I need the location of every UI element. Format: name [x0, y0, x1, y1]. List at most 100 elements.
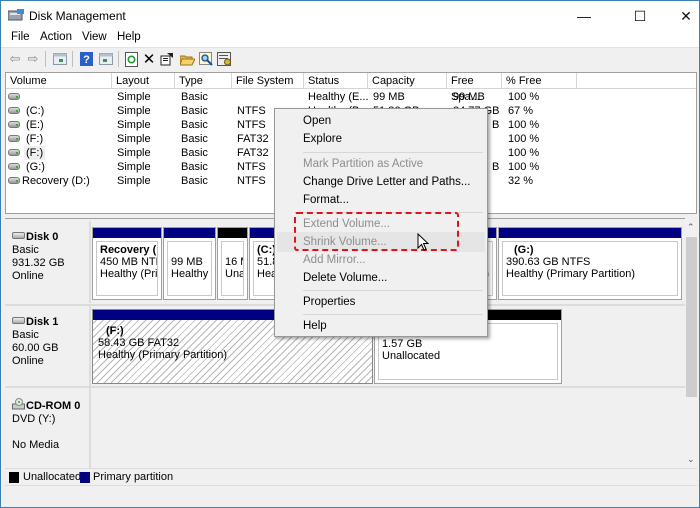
open-folder-icon[interactable] [179, 51, 195, 67]
volume-icon [8, 177, 20, 184]
column-header-status[interactable]: Status [304, 73, 368, 89]
menu-item-add-mirror[interactable]: Add Mirror... [277, 250, 485, 270]
partition-name [225, 244, 240, 256]
column-header-capacity[interactable]: Capacity [368, 73, 447, 89]
menu-item-open[interactable]: Open [277, 111, 485, 131]
volume-layout: Simple [117, 105, 151, 117]
minimize-icon: — [577, 8, 591, 24]
menu-action[interactable]: Action [40, 31, 72, 43]
volume-type: Basic [181, 105, 208, 117]
column-header-free-space[interactable]: Free Spa... [447, 73, 502, 103]
volume-pct-free: 100 % [508, 119, 540, 131]
menu-separator [303, 152, 483, 153]
menu-separator [303, 314, 483, 315]
disk-state: No Media [12, 439, 60, 451]
primary-partition-bar [93, 228, 161, 238]
column-header-volume[interactable]: Volume [6, 73, 112, 89]
volume-type: Basic [181, 91, 208, 103]
partition-size: 99 MB [171, 256, 203, 268]
volume-fs: FAT32 [237, 133, 269, 145]
disk-view-scrollbar[interactable]: ⌃ ⌄ [685, 220, 697, 468]
refresh-icon[interactable] [123, 51, 139, 67]
menu-item-help[interactable]: Help [277, 316, 485, 336]
find-icon[interactable] [198, 51, 214, 67]
column-header-file-system[interactable]: File System [232, 73, 304, 89]
disk-name: Disk 0 [26, 231, 59, 243]
menu-item-explore[interactable]: Explore [277, 129, 485, 149]
volume-row[interactable]: Simple Basic Healthy (E... 99 MB 99 MB 1… [6, 90, 696, 104]
disk-size: 931.32 GB [12, 257, 65, 269]
volume-name: (E:) [26, 119, 44, 131]
partition-size: 16 M [225, 256, 243, 268]
column-header-percent-free[interactable]: % Free [502, 73, 577, 89]
disk-state: Online [12, 270, 44, 282]
menu-item-change-drive-letter[interactable]: Change Drive Letter and Paths... [277, 172, 485, 192]
volume-list-header: Volume Layout Type File System Status Ca… [6, 73, 696, 103]
volume-type: Basic [181, 161, 208, 173]
help-icon[interactable]: ? [78, 51, 94, 67]
volume-status: Healthy (E... [308, 91, 369, 103]
window-title: Disk Management [29, 9, 126, 23]
volume-name: Recovery (D:) [22, 175, 90, 187]
toolbar: ⇦ ⇨ ? ✕ [1, 47, 699, 69]
maximize-button[interactable]: ☐ [617, 1, 663, 31]
volume-name: (F:) [26, 133, 44, 145]
delete-icon[interactable]: ✕ [141, 51, 157, 68]
column-header-layout[interactable]: Layout [112, 73, 175, 89]
extend-shrink-highlight-annotation [294, 212, 459, 251]
partition-status: Healthy (Primary Partition) [98, 349, 227, 361]
settings-icon[interactable] [216, 51, 232, 67]
volume-fs: NTFS [237, 105, 266, 117]
menu-help[interactable]: Help [117, 31, 141, 43]
partition-unallocated-16mb[interactable]: 16 M Unal [217, 227, 248, 300]
volume-name: (C:) [26, 105, 45, 117]
partition-name [171, 244, 208, 256]
partition-efi[interactable]: 99 MB Healthy ( [163, 227, 216, 300]
partition-recovery-d[interactable]: Recovery (D 450 MB NTFS Healthy (Prim [92, 227, 162, 300]
volume-type: Basic [181, 175, 208, 187]
volume-layout: Simple [117, 147, 151, 159]
menu-view[interactable]: View [82, 31, 107, 43]
menu-item-delete-volume[interactable]: Delete Volume... [277, 268, 485, 288]
volume-layout: Simple [117, 161, 151, 173]
partition-size: 1.57 GB [382, 338, 423, 350]
menu-item-format[interactable]: Format... [277, 190, 485, 210]
cdrom-0-label[interactable]: CD-ROM 0 DVD (Y:) No Media [5, 388, 91, 469]
disk-name: Disk 1 [26, 316, 59, 328]
disk-state: Online [12, 355, 44, 367]
menu-item-mark-active[interactable]: Mark Partition as Active [277, 154, 485, 174]
forward-arrow-icon[interactable]: ⇨ [25, 51, 41, 67]
legend-unallocated-label: Unallocated [23, 471, 82, 483]
column-header-type[interactable]: Type [175, 73, 232, 89]
properties-icon[interactable] [159, 51, 175, 67]
volume-pct-free: 100 % [508, 147, 540, 159]
legend-primary-partition-label: Primary partition [93, 471, 174, 483]
disk-icon [12, 317, 25, 324]
menu-item-properties[interactable]: Properties [277, 292, 485, 312]
primary-partition-bar [164, 228, 215, 238]
menu-file[interactable]: File [11, 31, 30, 43]
status-bar [1, 487, 699, 507]
volume-icon [8, 149, 20, 156]
disk-type: DVD (Y:) [12, 413, 56, 425]
partition-name: (G:) [514, 244, 534, 256]
volume-icon [8, 135, 20, 142]
close-button[interactable]: ✕ [663, 1, 700, 31]
scroll-down-icon[interactable]: ⌄ [687, 454, 695, 465]
action-pane-icon[interactable] [98, 51, 114, 67]
disk-row-separator [5, 386, 685, 388]
console-tree-icon[interactable] [52, 51, 68, 67]
volume-pct-free: 100 % [508, 161, 540, 173]
disk-1-label[interactable]: Disk 1 Basic 60.00 GB Online [5, 306, 91, 386]
scrollbar-thumb[interactable] [686, 237, 697, 397]
partition-g[interactable]: (G:) 390.63 GB NTFS Healthy (Primary Par… [498, 227, 682, 300]
scroll-up-icon[interactable]: ⌃ [687, 222, 695, 233]
volume-layout: Simple [117, 119, 151, 131]
volume-fs: NTFS [237, 175, 266, 187]
volume-layout: Simple [117, 91, 151, 103]
disk-0-label[interactable]: Disk 0 Basic 931.32 GB Online [5, 221, 91, 303]
volume-fs: NTFS [237, 119, 266, 131]
volume-name: (G:) [26, 161, 45, 173]
minimize-button[interactable]: — [561, 1, 607, 31]
back-arrow-icon[interactable]: ⇦ [7, 51, 23, 67]
